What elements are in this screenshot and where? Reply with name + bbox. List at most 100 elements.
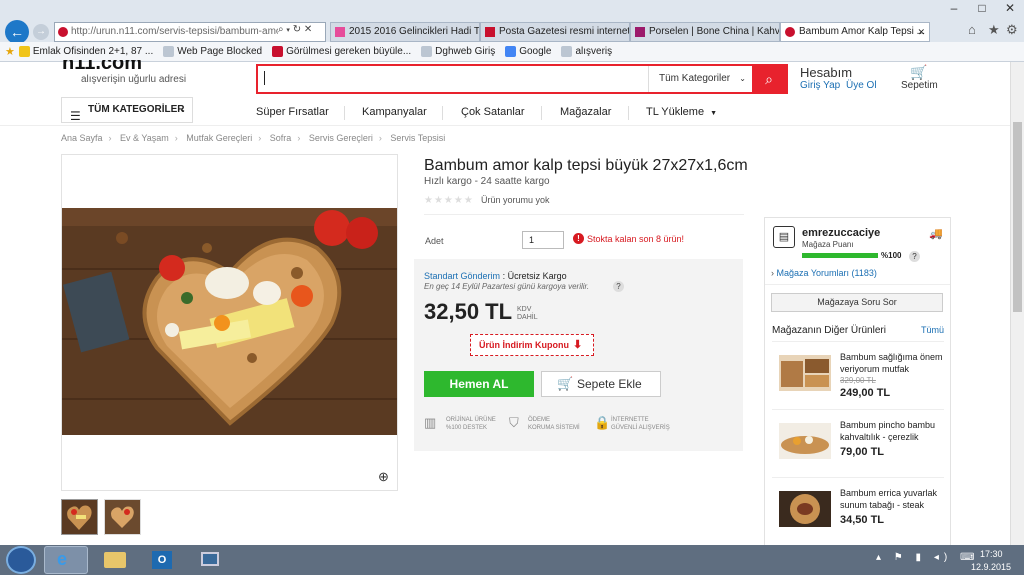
coupon-button[interactable]: Ürün İndirim Kuponu ⬇ <box>470 334 594 356</box>
tab-favicon <box>335 27 345 37</box>
seller-reviews-link[interactable]: › Mağaza Yorumları (1183) <box>771 268 877 278</box>
breadcrumb-item[interactable]: Ev & Yaşam <box>120 133 169 143</box>
all-categories-button[interactable]: ☰ TÜM KATEGORİLER ⌄ <box>61 97 193 123</box>
seller-score: %100 <box>881 251 902 260</box>
taskbar-file-explorer[interactable] <box>92 546 136 574</box>
breadcrumb-item[interactable]: Ana Sayfa <box>61 133 103 143</box>
favorite-item[interactable]: Dghweb Giriş <box>421 46 495 57</box>
chevron-down-icon: ⌄ <box>739 74 746 83</box>
search-input[interactable] <box>264 71 266 85</box>
breadcrumb-item[interactable]: Mutfak Gereçleri <box>186 133 252 143</box>
search-icon[interactable]: ⌕ <box>278 24 284 35</box>
search-category-select[interactable]: Tüm Kategoriler ⌄ <box>648 66 754 92</box>
site-logo[interactable]: n11.com <box>62 60 142 72</box>
rating-stars: ★★★★★ <box>424 195 474 206</box>
favorite-item[interactable]: alışveriş <box>561 46 612 57</box>
close-icon[interactable]: ✕ <box>996 0 1024 18</box>
minimize-icon[interactable]: – <box>940 0 968 18</box>
other-product-image[interactable] <box>779 423 831 459</box>
page-scrollbar[interactable] <box>1010 62 1024 545</box>
tab-bambum[interactable]: Bambum Amor Kalp Tepsi ... ✕ <box>780 22 930 42</box>
refresh-icon[interactable]: ↻ <box>293 24 301 35</box>
clock-date[interactable]: 12.9.2015 <box>971 562 1011 572</box>
taskbar-network-app[interactable] <box>188 546 232 574</box>
scrollbar-thumb[interactable] <box>1013 122 1022 312</box>
thumbnail-image <box>62 500 97 534</box>
favorite-item[interactable]: Görülmesi gereken büyüle... <box>272 46 411 57</box>
nav-cok-satanlar[interactable]: Çok Satanlar <box>461 106 525 118</box>
badge-payment: ÖDEME KORUMA SİSTEMİ <box>528 417 580 431</box>
search-button[interactable]: ⌕ <box>752 66 786 92</box>
home-icon[interactable]: ⌂ <box>968 22 976 37</box>
download-arrow-icon: ⬇ <box>573 339 583 351</box>
cart-link[interactable]: Sepetim <box>901 80 938 91</box>
computer-icon <box>201 552 219 566</box>
tab-posta[interactable]: Posta Gazetesi resmi internet si... <box>480 22 630 42</box>
shield-check-icon: ⛉ <box>509 415 519 430</box>
other-product-name[interactable]: Bambum pincho bambu kahvaltılık - çerezl… <box>840 419 950 443</box>
login-link[interactable]: Giriş Yap <box>800 80 840 91</box>
dropdown-icon[interactable]: ▾ <box>286 27 290 34</box>
breadcrumb-item[interactable]: Servis Gereçleri <box>309 133 373 143</box>
clock-time[interactable]: 17:30 <box>980 549 1003 559</box>
breadcrumb-item[interactable]: Servis Tepsisi <box>390 133 445 143</box>
other-product-name[interactable]: Bambum errica yuvarlak sunum tabağı - st… <box>840 487 950 511</box>
vat-note: KDV DAHİL <box>517 306 538 321</box>
settings-gear-icon[interactable]: ⚙ <box>1006 22 1018 38</box>
tab-porselen[interactable]: Porselen | Bone China | Kahvalt... <box>630 22 780 42</box>
product-photo[interactable] <box>62 208 397 435</box>
register-link[interactable]: Üye Ol <box>846 80 877 91</box>
quantity-input[interactable]: 1 <box>522 231 564 249</box>
new-tab-button[interactable] <box>932 24 948 40</box>
product-shipping-info: Hızlı kargo - 24 saatte kargo <box>424 176 550 187</box>
help-icon[interactable]: ? <box>909 251 920 262</box>
nav-magazalar[interactable]: Mağazalar <box>560 106 611 118</box>
zoom-icon[interactable]: ⊕ <box>378 469 389 485</box>
add-to-cart-button[interactable]: 🛒 Sepete Ekle <box>541 371 661 397</box>
nav-tl-yukleme[interactable]: TL Yükleme ▼ <box>646 106 717 118</box>
view-all-link[interactable]: Tümü <box>921 325 944 335</box>
shipping-type: Standart Gönderim : Ücretsiz Kargo <box>424 271 567 281</box>
breadcrumb-item[interactable]: Sofra <box>270 133 292 143</box>
chevron-down-icon: ⌄ <box>179 105 186 114</box>
forward-button[interactable]: → <box>33 24 49 40</box>
other-product-image[interactable] <box>779 491 831 527</box>
section-divider <box>424 214 744 215</box>
favorite-item[interactable]: Google <box>505 46 551 57</box>
favorite-item[interactable]: Web Page Blocked <box>163 46 262 57</box>
quantity-label: Adet <box>425 236 444 246</box>
slogan: alışverişin uğurlu adresi <box>81 74 187 85</box>
other-product-name[interactable]: Bambum sağlığıma önem veriyorum mutfak <box>840 351 950 375</box>
system-tray[interactable]: ▴ ⚑ ▮ ◂) ⌨ <box>876 552 979 563</box>
page-icon <box>58 27 68 37</box>
cart-icon[interactable]: 🛒 <box>910 64 927 81</box>
thumbnail-2[interactable] <box>104 499 141 535</box>
nav-super-firsatlar[interactable]: Süper Fırsatlar <box>256 106 329 118</box>
other-product-image[interactable] <box>779 355 831 391</box>
list-divider <box>772 477 944 478</box>
taskbar-outlook[interactable]: O <box>140 546 184 574</box>
buy-now-button[interactable]: Hemen AL <box>424 371 534 397</box>
help-icon[interactable]: ? <box>613 281 624 292</box>
taskbar-internet-explorer[interactable]: e <box>44 546 88 574</box>
caret-down-icon: ▼ <box>710 110 718 117</box>
start-button[interactable] <box>6 546 36 574</box>
account-title[interactable]: Hesabım <box>800 65 852 80</box>
nav-kampanyalar[interactable]: Kampanyalar <box>362 106 427 118</box>
favorite-icon <box>561 46 573 57</box>
tab-gelincik[interactable]: 2015 2016 Gelincikleri Hadi To... <box>330 22 480 42</box>
back-button[interactable]: ← <box>5 20 29 44</box>
product-title: Bambum amor kalp tepsi büyük 27x27x1,6cm <box>424 157 748 174</box>
favorites-star-icon[interactable]: ★ <box>988 22 1000 38</box>
review-count[interactable]: Ürün yorumu yok <box>481 195 550 205</box>
maximize-icon[interactable]: □ <box>968 0 996 18</box>
ask-seller-button[interactable]: Mağazaya Soru Sor <box>771 293 943 312</box>
seller-box: ▤ emrezuccaciye Mağaza Puanı 🚚 %100 ? › … <box>764 217 951 547</box>
stop-icon[interactable]: ✕ <box>304 24 312 35</box>
tab-close-icon[interactable]: ✕ <box>917 23 925 41</box>
favorite-icon <box>163 46 175 57</box>
thumbnail-1[interactable] <box>61 499 98 535</box>
other-product-price: 34,50 TL <box>840 514 885 526</box>
favorite-item[interactable]: Emlak Ofisinden 2+1, 87 ... <box>18 46 153 57</box>
seller-name[interactable]: emrezuccaciye <box>802 227 880 239</box>
